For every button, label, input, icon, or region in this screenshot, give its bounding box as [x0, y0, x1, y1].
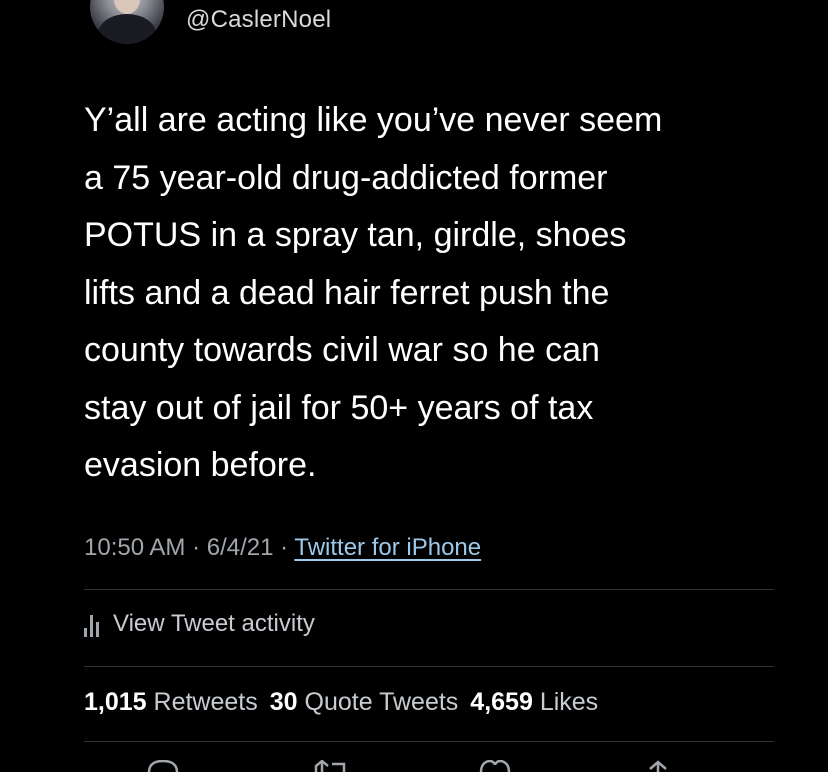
divider [84, 666, 774, 667]
quote-tweets-count: 30 [269, 688, 298, 716]
tweet-stats: 1,015 Retweets 30 Quote Tweets 4,659 Likes [84, 688, 598, 717]
reply-icon[interactable] [146, 760, 180, 772]
view-tweet-activity-label: View Tweet activity [113, 610, 315, 637]
tweet-time[interactable]: 10:50 AM [84, 534, 185, 561]
likes-count: 4,659 [470, 688, 533, 716]
tweet-metadata: 10:50 AM · 6/4/21 · Twitter for iPhone [84, 534, 481, 562]
avatar[interactable] [90, 0, 164, 44]
retweets-label: Retweets [153, 688, 258, 716]
retweet-icon[interactable] [312, 760, 348, 772]
tweet-date[interactable]: 6/4/21 [207, 534, 274, 561]
heart-icon[interactable] [478, 760, 512, 772]
tweet-source-link[interactable]: Twitter for iPhone [294, 534, 481, 561]
divider [84, 589, 774, 590]
share-icon[interactable] [646, 760, 670, 772]
likes-stat[interactable]: 4,659 Likes [470, 688, 598, 716]
meta-separator: · [273, 534, 295, 561]
avatar-face [114, 0, 140, 14]
tweet-text: Y’all are acting like you’ve never seem … [84, 101, 663, 484]
view-tweet-activity-button[interactable]: View Tweet activity [84, 610, 315, 638]
retweets-stat[interactable]: 1,015 Retweets [84, 688, 258, 716]
retweets-count: 1,015 [84, 688, 147, 716]
tweet-actions-bar [0, 760, 828, 772]
author-handle[interactable]: @CaslerNoel [186, 6, 331, 34]
quote-tweets-label: Quote Tweets [304, 688, 459, 716]
bar-chart-icon [84, 615, 99, 637]
meta-separator: · [185, 534, 207, 561]
divider [84, 741, 774, 742]
quote-tweets-stat[interactable]: 30 Quote Tweets [270, 688, 459, 716]
likes-label: Likes [539, 688, 599, 716]
avatar-shirt [98, 14, 156, 44]
